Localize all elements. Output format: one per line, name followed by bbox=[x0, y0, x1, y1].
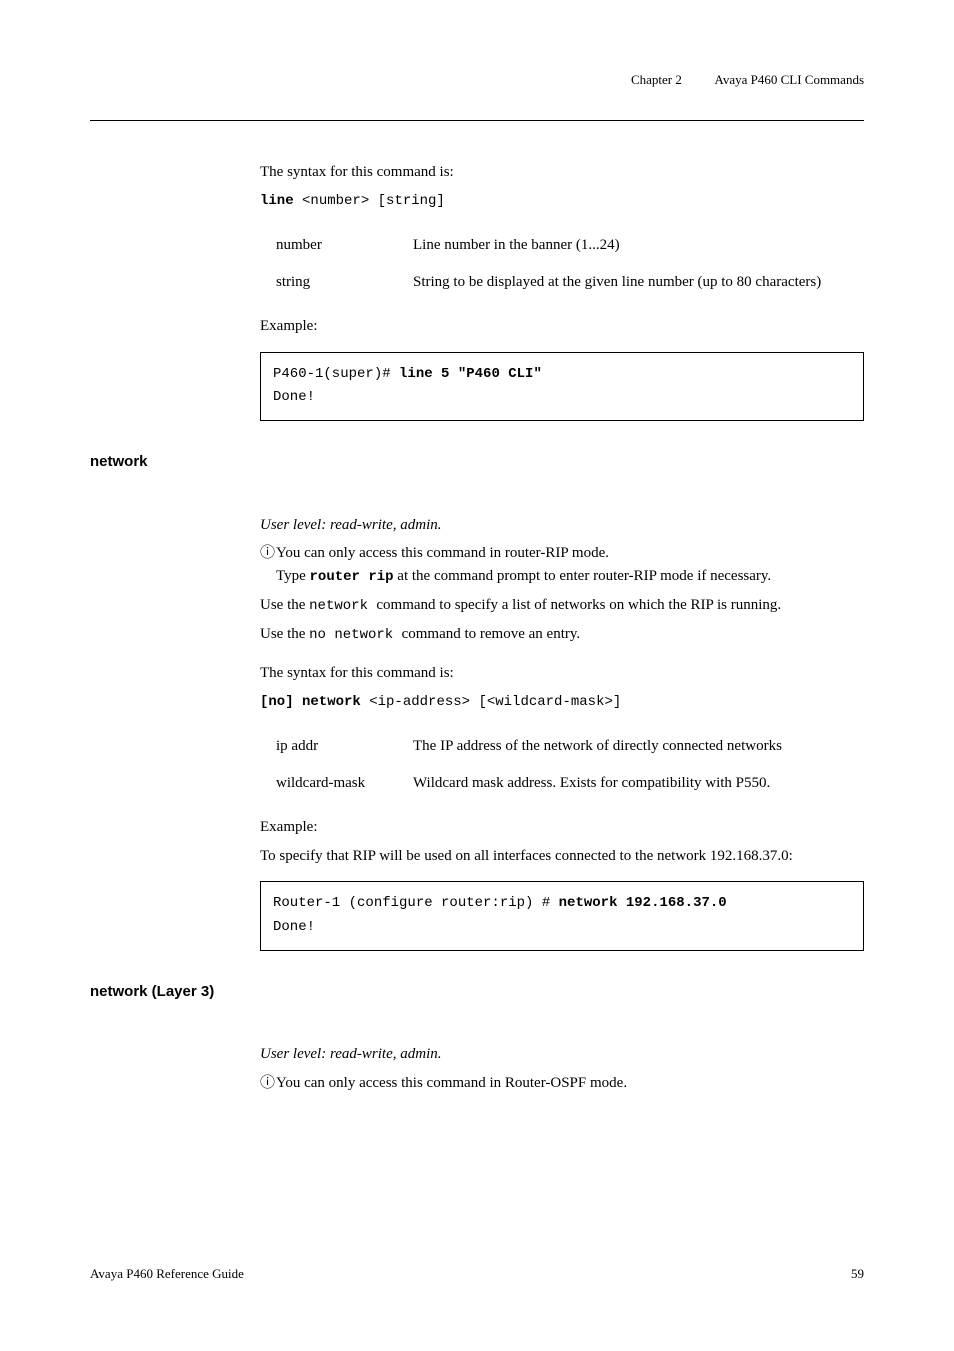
footer-left: Avaya P460 Reference Guide bbox=[90, 1264, 244, 1284]
section-heading-network: network bbox=[90, 451, 864, 474]
param-name: ip addr bbox=[276, 729, 411, 764]
example-desc: To specify that RIP will be used on all … bbox=[260, 845, 864, 868]
user-level: User level: read-write, admin. bbox=[260, 1043, 864, 1066]
info-line2-prefix: Type bbox=[276, 568, 310, 584]
example-label: Example: bbox=[260, 315, 864, 338]
code-example: P460-1(super)# line 5 "P460 CLI" Done! bbox=[260, 352, 864, 422]
param-table: number Line number in the banner (1...24… bbox=[274, 226, 823, 301]
param-desc: Wildcard mask address. Exists for compat… bbox=[413, 766, 782, 801]
user-level: User level: read-write, admin. bbox=[260, 514, 864, 537]
syntax-cmd: line bbox=[260, 193, 294, 209]
info-text: You can only access this command in Rout… bbox=[276, 1072, 864, 1095]
page-header: Chapter 2 Avaya P460 CLI Commands bbox=[90, 70, 864, 90]
info-line1: You can only access this command in rout… bbox=[276, 545, 609, 561]
header-title: Avaya P460 CLI Commands bbox=[714, 72, 864, 87]
example-cmd: line 5 "P460 CLI" bbox=[399, 366, 542, 382]
table-row: wildcard-mask Wildcard mask address. Exi… bbox=[276, 766, 782, 801]
example-done: Done! bbox=[273, 916, 851, 940]
info-line2-suffix: at the command prompt to enter router-RI… bbox=[394, 568, 772, 584]
example-prefix: Router-1 (configure router:rip) # bbox=[273, 895, 559, 911]
param-name: string bbox=[276, 265, 411, 300]
use-para: Use the network command to specify a lis… bbox=[260, 594, 864, 617]
param-name: wildcard-mask bbox=[276, 766, 411, 801]
param-desc: Line number in the banner (1...24) bbox=[413, 228, 821, 263]
param-desc: String to be displayed at the given line… bbox=[413, 265, 821, 300]
footer-page-number: 59 bbox=[851, 1264, 864, 1284]
use-para: Use the no network command to remove an … bbox=[260, 623, 864, 646]
syntax-intro: The syntax for this command is: bbox=[260, 662, 864, 685]
info-line2-cmd: router rip bbox=[310, 569, 394, 585]
syntax-args: <ip-address> [<wildcard-mask>] bbox=[361, 694, 621, 710]
code-example: Router-1 (configure router:rip) # networ… bbox=[260, 881, 864, 951]
chapter-label: Chapter 2 bbox=[631, 72, 682, 87]
example-label: Example: bbox=[260, 816, 864, 839]
param-desc: The IP address of the network of directl… bbox=[413, 729, 782, 764]
section-heading-network-l3: network (Layer 3) bbox=[90, 981, 864, 1004]
table-row: string String to be displayed at the giv… bbox=[276, 265, 821, 300]
syntax-cmd: [no] network bbox=[260, 694, 361, 710]
table-row: number Line number in the banner (1...24… bbox=[276, 228, 821, 263]
example-cmd: network 192.168.37.0 bbox=[559, 895, 727, 911]
param-table: ip addr The IP address of the network of… bbox=[274, 727, 784, 802]
example-prefix: P460-1(super)# bbox=[273, 366, 399, 382]
info-icon: ⓘ bbox=[260, 1072, 276, 1095]
example-done: Done! bbox=[273, 386, 851, 410]
info-text: You can only access this command in rout… bbox=[276, 542, 864, 588]
param-name: number bbox=[276, 228, 411, 263]
info-icon: ⓘ bbox=[260, 542, 276, 565]
syntax-intro: The syntax for this command is: bbox=[260, 161, 864, 184]
syntax-args: <number> [string] bbox=[294, 193, 445, 209]
table-row: ip addr The IP address of the network of… bbox=[276, 729, 782, 764]
page-footer: Avaya P460 Reference Guide 59 bbox=[0, 1264, 954, 1284]
